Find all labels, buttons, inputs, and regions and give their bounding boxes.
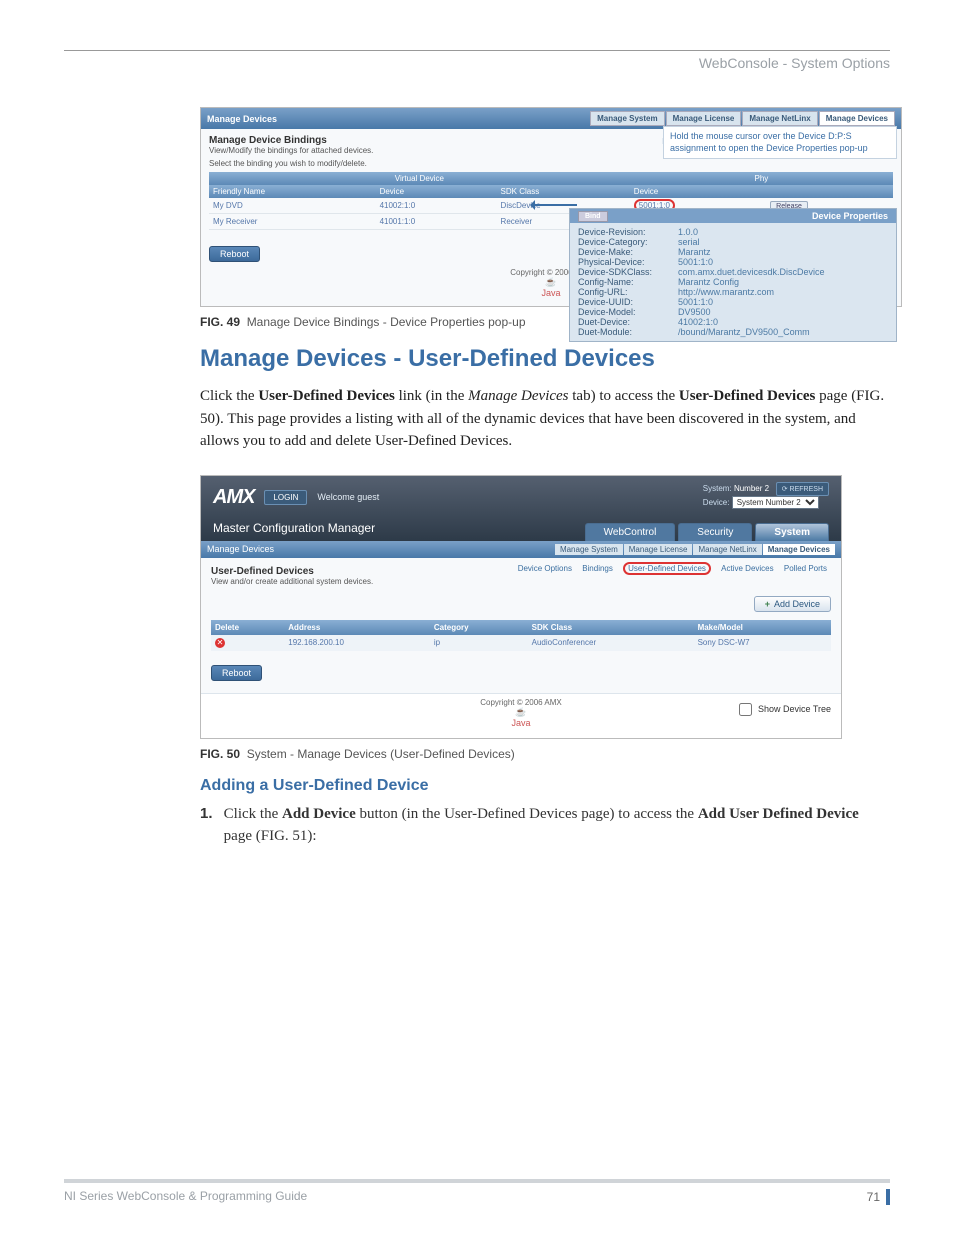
callout-box: Hold the mouse cursor over the Device D:… (663, 126, 897, 159)
col-delete: Delete (211, 620, 284, 635)
figure-50: AMX LOGIN Welcome guest System: Number 2… (200, 475, 842, 739)
system-value: Number 2 (734, 484, 769, 493)
col-make: Make/Model (694, 620, 831, 635)
welcome-text: Welcome guest (317, 492, 379, 502)
section-subtext: View and/or create additional system dev… (211, 577, 373, 586)
tab-manage-license[interactable]: Manage License (666, 111, 742, 126)
add-device-button[interactable]: +Add Device (754, 596, 831, 612)
top-tabs: Manage System Manage License Manage NetL… (590, 111, 895, 126)
java-icon: ☕Java (541, 277, 560, 298)
tab-security[interactable]: Security (678, 523, 752, 541)
tab-manage-devices[interactable]: Manage Devices (763, 544, 835, 555)
callout-arrow (531, 204, 577, 206)
th-virtual: Virtual Device (209, 172, 630, 185)
show-tree-checkbox[interactable] (739, 703, 752, 716)
footer-guide: NI Series WebConsole & Programming Guide (64, 1189, 307, 1205)
login-button[interactable]: LOGIN (264, 490, 307, 505)
reboot-button[interactable]: Reboot (211, 665, 262, 681)
col-address: Address (284, 620, 430, 635)
page-footer: NI Series WebConsole & Programming Guide… (64, 1179, 890, 1205)
section-heading: Manage Device Bindings (209, 135, 373, 146)
reboot-button[interactable]: Reboot (209, 246, 260, 262)
page-header: WebConsole - System Options (64, 55, 890, 71)
device-label: Device: (703, 498, 730, 507)
tab-webcontrol[interactable]: WebControl (585, 523, 676, 541)
subtab-polled-ports[interactable]: Polled Ports (784, 564, 827, 573)
th-physical: Phy (630, 172, 893, 185)
panel-title: Manage Devices (207, 544, 274, 554)
device-select[interactable]: System Number 2 (732, 496, 819, 509)
figure-50-caption: FIG. 50 System - Manage Devices (User-De… (200, 747, 890, 761)
java-icon: ☕Java (511, 707, 530, 728)
refresh-button[interactable]: ⟳ REFRESH (776, 482, 829, 496)
table-row: ✕ 192.168.200.10 ip AudioConferencer Son… (211, 635, 831, 651)
plus-icon: + (765, 599, 770, 609)
tab-manage-system[interactable]: Manage System (590, 111, 664, 126)
col-category: Category (430, 620, 528, 635)
tab-manage-license[interactable]: Manage License (624, 544, 693, 555)
subtab-bindings[interactable]: Bindings (582, 564, 613, 573)
page-number: 71 (861, 1189, 890, 1205)
figure-49: Manage Devices Manage System Manage Lice… (200, 107, 902, 307)
popup-title: Device Properties (812, 211, 888, 221)
tab-system[interactable]: System (755, 523, 829, 541)
tab-manage-netlinx[interactable]: Manage NetLinx (693, 544, 761, 555)
col-friendly: Friendly Name (209, 185, 376, 198)
body-paragraph: Click the User-Defined Devices link (in … (200, 385, 890, 453)
section-subtext: View/Modify the bindings for attached de… (209, 146, 373, 155)
copyright: Copyright © 2006 AMX (480, 698, 562, 707)
col-device: Device (376, 185, 497, 198)
device-properties-popup: Bind Device Properties Device-Revision:1… (569, 208, 897, 342)
tab-manage-netlinx[interactable]: Manage NetLinx (742, 111, 817, 126)
subtab-user-defined[interactable]: User-Defined Devices (623, 562, 711, 575)
system-label: System: (703, 484, 732, 493)
col-sdk: SDK Class (528, 620, 694, 635)
subtab-device-options[interactable]: Device Options (518, 564, 572, 573)
section-heading: User-Defined Devices (211, 566, 373, 577)
tab-manage-devices[interactable]: Manage Devices (819, 111, 895, 126)
hint-text: Select the binding you wish to modify/de… (209, 159, 893, 168)
section-heading: Manage Devices - User-Defined Devices (200, 345, 890, 373)
show-device-tree[interactable]: Show Device Tree (735, 700, 831, 719)
panel-title: Manage Devices (207, 114, 277, 124)
col-sdk: SDK Class (497, 185, 630, 198)
bind-button[interactable]: Bind (578, 211, 608, 222)
subsection-heading: Adding a User-Defined Device (200, 777, 890, 795)
tab-manage-system[interactable]: Manage System (555, 544, 623, 555)
amx-logo: AMX (213, 486, 254, 509)
delete-icon[interactable]: ✕ (215, 638, 225, 648)
col-phys-device: Device (630, 185, 766, 198)
step-1: 1. Click the Add Device button (in the U… (200, 803, 890, 848)
subtab-active-devices[interactable]: Active Devices (721, 564, 773, 573)
